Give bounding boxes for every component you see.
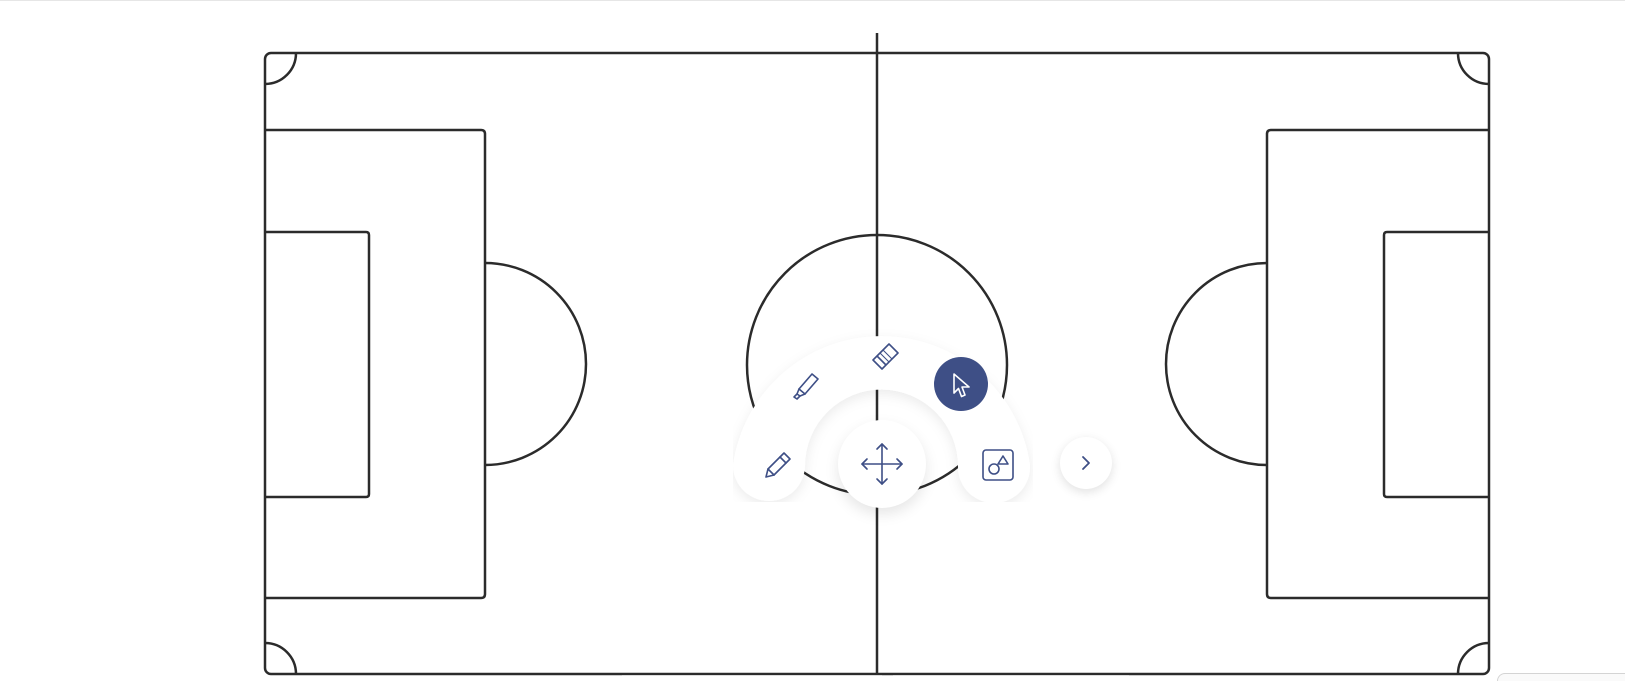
shapes-tool-button[interactable] xyxy=(971,438,1025,492)
corner-arc-top-right xyxy=(1456,52,1490,86)
move-arrows-icon xyxy=(861,443,903,485)
highlighter-tool-button[interactable] xyxy=(781,360,829,408)
soccer-pitch xyxy=(263,33,1491,676)
penalty-area-right xyxy=(1265,128,1489,600)
shapes-icon xyxy=(982,449,1014,481)
corner-arc-top-left xyxy=(264,52,298,86)
bottom-panel-edge xyxy=(893,675,1129,676)
goal-area-left xyxy=(265,230,371,499)
penalty-arc-left xyxy=(484,261,588,467)
chevron-right-icon xyxy=(1082,456,1090,470)
pencil-icon xyxy=(765,452,791,478)
drawing-canvas[interactable] xyxy=(0,0,1625,681)
bottom-edge xyxy=(0,673,1625,680)
eraser-icon xyxy=(872,343,899,370)
bottom-panel-edge xyxy=(622,675,882,676)
goal-area-right xyxy=(1382,230,1489,499)
move-tool-button[interactable] xyxy=(838,420,926,508)
corner-arc-bottom-left xyxy=(264,641,298,675)
select-tool-button[interactable] xyxy=(934,357,988,411)
more-tools-button[interactable] xyxy=(1060,437,1112,489)
corner-arc-bottom-right xyxy=(1456,641,1490,675)
penalty-arc-right xyxy=(1164,261,1268,467)
eraser-tool-button[interactable] xyxy=(861,331,909,379)
highlighter-icon xyxy=(793,373,819,400)
cursor-arrow-icon xyxy=(953,373,970,398)
penalty-area-left xyxy=(265,128,487,600)
pencil-tool-button[interactable] xyxy=(750,438,804,492)
